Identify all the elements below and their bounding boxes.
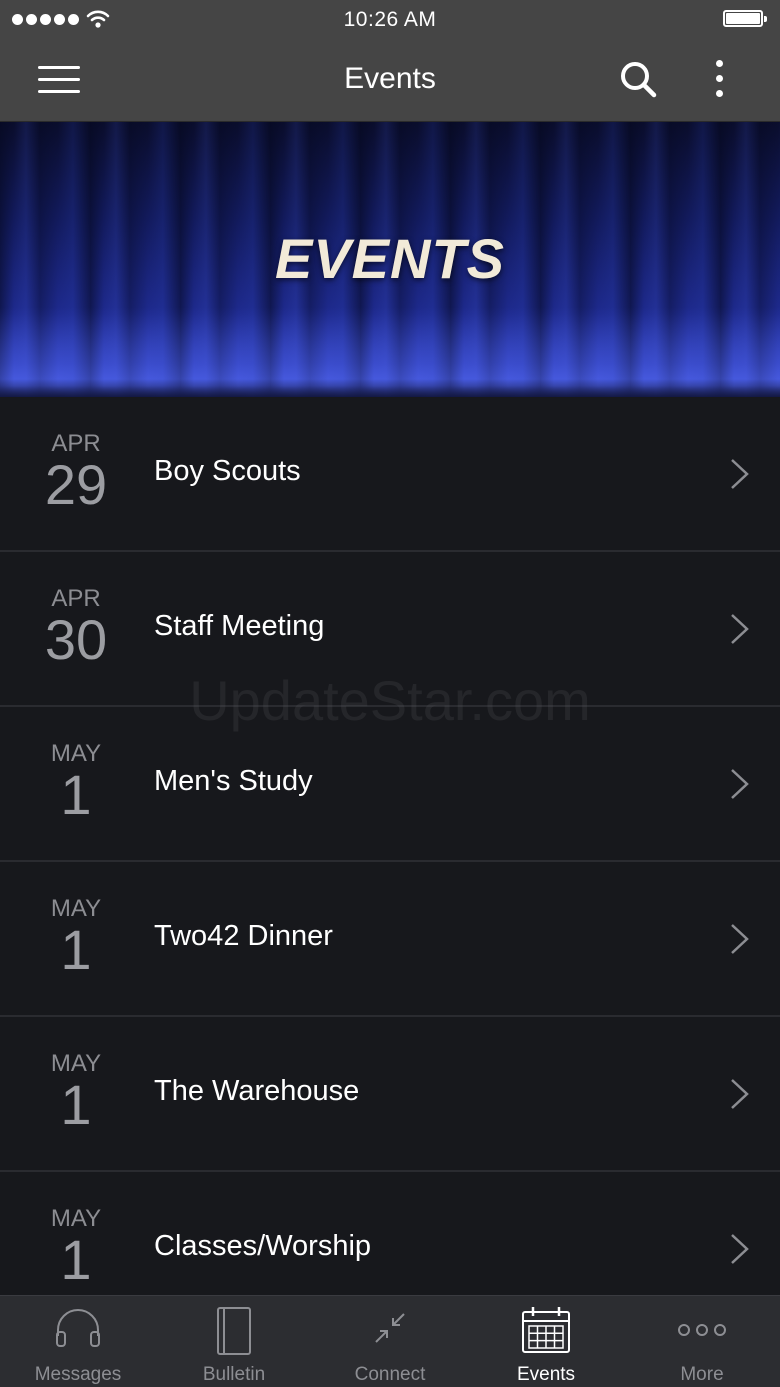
event-title: Staff Meeting — [154, 610, 325, 642]
more-options-icon[interactable] — [712, 58, 728, 100]
event-day: 1 — [60, 763, 92, 826]
event-day: 1 — [60, 918, 92, 981]
event-title: Boy Scouts — [154, 455, 301, 487]
event-day: 30 — [44, 608, 108, 671]
tab-label: Messages — [34, 1364, 122, 1385]
chevron-right-icon — [731, 1079, 749, 1109]
bulletin-icon — [217, 1307, 251, 1355]
event-day: 1 — [60, 1073, 92, 1136]
event-title: Men's Study — [154, 765, 313, 797]
tab-label: Events — [516, 1364, 576, 1385]
event-row-staff-meeting[interactable]: APR 30 Staff Meeting — [0, 552, 780, 707]
tab-label: More — [680, 1364, 724, 1385]
event-title: Two42 Dinner — [154, 920, 333, 952]
tab-events[interactable]: Events — [468, 1296, 624, 1387]
event-day: 29 — [44, 453, 108, 516]
tab-label: Bulletin — [202, 1364, 266, 1385]
status-bar: 10:26 AM — [0, 0, 780, 40]
connect-icon — [375, 1313, 405, 1343]
search-icon[interactable] — [617, 58, 659, 100]
tab-label: Connect — [354, 1364, 426, 1385]
event-row-mens-study[interactable]: MAY 1 Men's Study — [0, 707, 780, 862]
event-row-two42-dinner[interactable]: MAY 1 Two42 Dinner — [0, 862, 780, 1017]
event-day: 1 — [60, 1228, 92, 1291]
events-banner: EVENTS — [0, 122, 780, 397]
chevron-right-icon — [731, 924, 749, 954]
more-dots-icon — [678, 1324, 726, 1336]
tab-bulletin[interactable]: Bulletin — [156, 1296, 312, 1387]
status-time: 10:26 AM — [343, 8, 437, 31]
tab-messages[interactable]: Messages — [0, 1296, 156, 1387]
event-row-the-warehouse[interactable]: MAY 1 The Warehouse — [0, 1017, 780, 1172]
event-title: Classes/Worship — [154, 1230, 372, 1262]
chevron-right-icon — [731, 769, 749, 799]
calendar-icon — [522, 1307, 570, 1353]
tab-connect[interactable]: Connect — [312, 1296, 468, 1387]
page-title: Events — [344, 62, 436, 95]
chevron-right-icon — [731, 614, 749, 644]
tab-bar: Messages Bulletin Connect Events More — [0, 1295, 780, 1387]
event-row-boy-scouts[interactable]: APR 29 Boy Scouts — [0, 397, 780, 552]
battery-icon — [723, 10, 767, 27]
tab-more[interactable]: More — [624, 1296, 780, 1387]
event-title: The Warehouse — [154, 1075, 360, 1107]
events-screen: 10:26 AM Events EVENTS APR 29 Boy Scouts… — [0, 0, 780, 1387]
hamburger-menu-icon[interactable] — [38, 66, 82, 96]
event-list: APR 29 Boy Scouts APR 30 Staff Meeting M… — [0, 397, 780, 1327]
nav-bar: Events — [0, 40, 780, 122]
chevron-right-icon — [731, 1234, 749, 1264]
banner-glow — [0, 307, 780, 397]
banner-title: EVENTS — [274, 227, 506, 290]
headphones-icon — [56, 1309, 100, 1347]
chevron-right-icon — [731, 459, 749, 489]
